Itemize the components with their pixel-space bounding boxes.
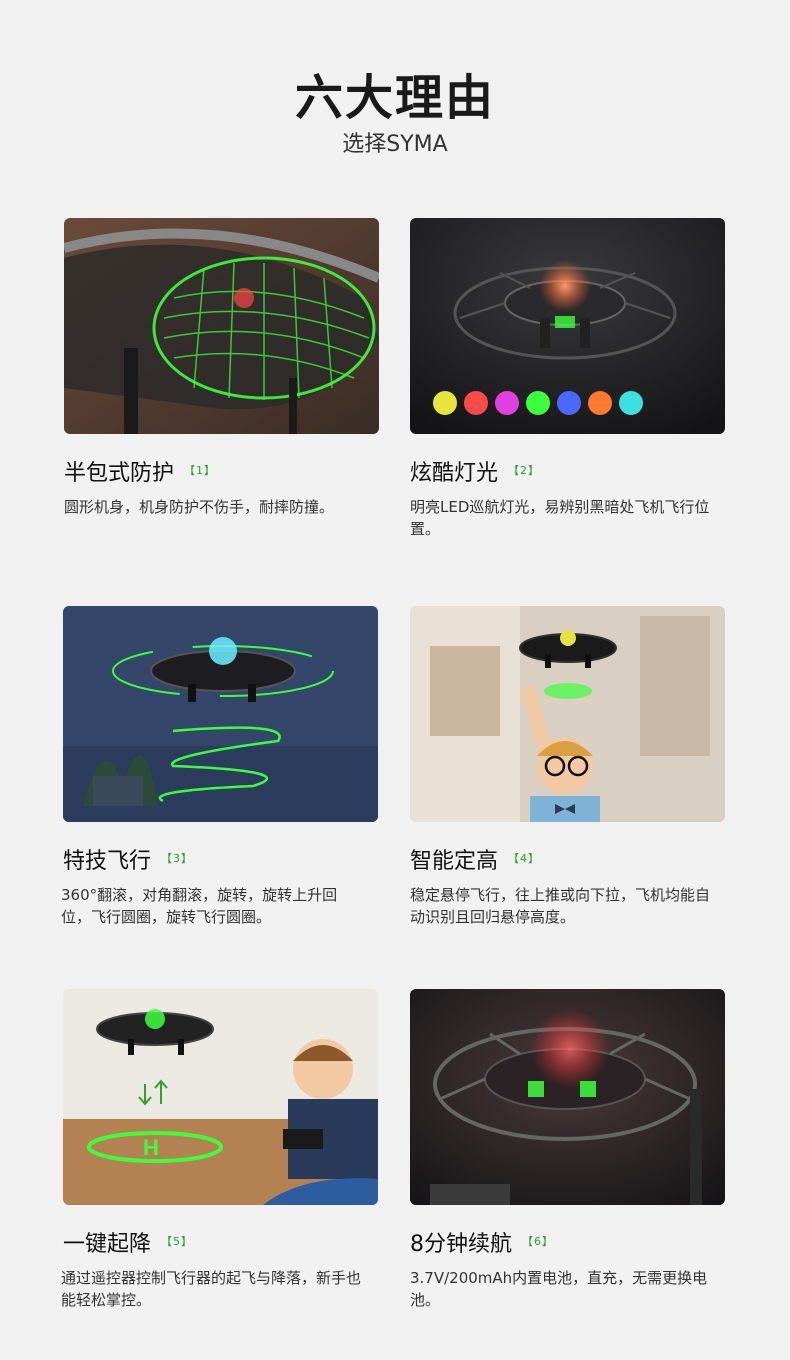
led-drone-image [410, 218, 725, 434]
battery-drone-image [410, 989, 725, 1205]
feature-card: 8分钟续航 【6】 3.7V/200mAh内置电池，直充，无需更换电池。 [410, 989, 725, 1311]
reference-mark: 【1】 [184, 464, 217, 477]
feature-title: 半包式防护 【1】 [64, 461, 217, 486]
feature-title: 8分钟续航 【6】 [410, 1232, 554, 1257]
page-subtitle: 选择SYMA [342, 132, 448, 157]
reference-mark: 【5】 [161, 1235, 194, 1248]
svg-text:H: H [143, 1135, 159, 1160]
altitude-hold-image [410, 606, 725, 822]
feature-title: 一键起降 【5】 [63, 1232, 194, 1257]
feature-description: 360°翻滚，对角翻滚，旋转，旋转上升回位，飞行圆圈，旋转飞行圆圈。 [61, 886, 338, 926]
feature-title: 特技飞行 【3】 [63, 849, 194, 874]
page-title: 六大理由 [294, 70, 495, 126]
feature-card: 特技飞行 【3】 360°翻滚，对角翻滚，旋转，旋转上升回位，飞行圆圈，旋转飞行圆… [61, 606, 378, 928]
feature-card: 智能定高 【4】 稳定悬停飞行，往上推或向下拉，飞机均能自动识别且回归悬停高度。 [410, 606, 725, 928]
feature-description: 通过遥控器控制飞行器的起飞与降落，新手也能轻松掌控。 [61, 1269, 362, 1309]
reference-mark: 【3】 [161, 852, 194, 865]
stunt-flight-image [63, 606, 378, 822]
feature-description: 圆形机身，机身防护不伤手，耐摔防撞。 [64, 498, 335, 516]
reference-mark: 【6】 [522, 1235, 554, 1248]
reference-mark: 【4】 [508, 852, 541, 865]
feature-card: 炫酷灯光 【2】 明亮LED巡航灯光，易辨别黑暗处飞机飞行位置。 [410, 218, 725, 540]
feature-card: 半包式防护 【1】 圆形机身，机身防护不伤手，耐摔防撞。 [64, 218, 379, 518]
takeoff-landing-image: H [63, 989, 378, 1205]
reference-mark: 【2】 [508, 464, 541, 477]
feature-description: 稳定悬停飞行，往上推或向下拉，飞机均能自动识别且回归悬停高度。 [410, 886, 711, 926]
feature-card: H 一键起降 【5】 通过遥控器控制飞行器的起飞与降落，新手也能轻松掌控。 [61, 989, 378, 1311]
feature-title: 智能定高 【4】 [410, 849, 541, 874]
feature-description: 3.7V/200mAh内置电池，直充，无需更换电池。 [410, 1269, 708, 1309]
feature-description: 明亮LED巡航灯光，易辨别黑暗处飞机飞行位置。 [410, 498, 710, 538]
guard-ring-image [64, 218, 379, 434]
feature-title: 炫酷灯光 【2】 [410, 461, 541, 486]
